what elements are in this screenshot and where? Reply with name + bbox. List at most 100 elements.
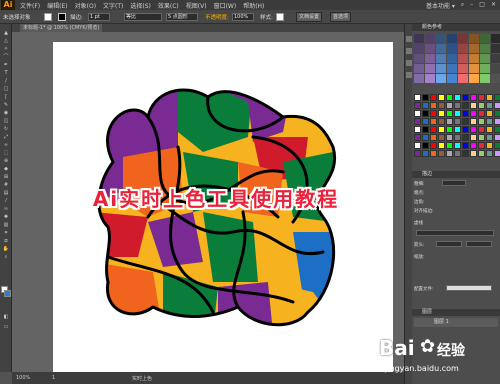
swatch[interactable] [454, 102, 461, 109]
layer-row[interactable]: 图层 1 [414, 318, 498, 327]
swatch[interactable] [438, 126, 445, 133]
guide-swatch[interactable] [458, 34, 468, 43]
rectangle-tool-icon[interactable]: □ [2, 86, 10, 92]
close-icon[interactable]: ✕ [491, 1, 496, 10]
guide-swatch[interactable] [447, 74, 457, 83]
swatch[interactable] [438, 110, 445, 117]
swatch[interactable] [438, 118, 445, 125]
document-tab[interactable]: 未标题-1* @ 100% (CMYK/预览) [20, 24, 103, 32]
guide-swatch[interactable] [491, 74, 500, 83]
magic-wand-icon[interactable]: ✧ [2, 46, 10, 52]
swatch[interactable] [462, 118, 469, 125]
swatch[interactable] [454, 142, 461, 149]
width-tool-icon[interactable]: ≈ [2, 142, 10, 148]
swatch[interactable] [438, 142, 445, 149]
preferences-button[interactable]: 首选项 [330, 12, 352, 22]
menu-window[interactable]: 窗口(W) [214, 1, 237, 10]
guide-swatch[interactable] [447, 54, 457, 63]
swatch[interactable] [430, 118, 437, 125]
type-tool-icon[interactable]: T [2, 70, 10, 76]
swatch[interactable] [422, 142, 429, 149]
blend-tool-icon[interactable]: ∞ [2, 206, 10, 212]
artboard-number[interactable]: 1 [52, 375, 55, 381]
swatch[interactable] [470, 102, 477, 109]
guide-swatch[interactable] [436, 64, 446, 73]
swatch[interactable] [462, 102, 469, 109]
swatch[interactable] [414, 126, 421, 133]
swatch[interactable] [462, 110, 469, 117]
swatch[interactable] [430, 134, 437, 141]
mesh-tool-icon[interactable]: # [2, 182, 10, 188]
eraser-icon[interactable]: ◫ [2, 118, 10, 124]
guide-swatch[interactable] [469, 54, 479, 63]
stroke-swatch[interactable] [58, 13, 66, 21]
swatch[interactable] [422, 126, 429, 133]
perspective-grid-icon[interactable]: ⊞ [2, 174, 10, 180]
swatch[interactable] [454, 110, 461, 117]
swatch[interactable] [486, 118, 493, 125]
guide-swatch[interactable] [480, 54, 490, 63]
selection-tool-icon[interactable]: ▲ [2, 30, 10, 36]
guide-swatch[interactable] [480, 44, 490, 53]
swatch[interactable] [494, 110, 500, 117]
swatch[interactable] [446, 150, 453, 157]
swatch[interactable] [470, 150, 477, 157]
swatch[interactable] [422, 134, 429, 141]
stroke-weight-field[interactable] [442, 180, 466, 186]
shape-builder-icon[interactable]: ⊕ [2, 158, 10, 164]
guide-swatch[interactable] [414, 34, 424, 43]
swatch[interactable] [470, 142, 477, 149]
profile-select[interactable] [446, 285, 492, 291]
stroke-color-icon[interactable] [4, 290, 11, 297]
swatch[interactable] [438, 102, 445, 109]
gradient-tool-icon[interactable]: ▤ [2, 190, 10, 196]
rotate-tool-icon[interactable]: ↻ [2, 126, 10, 132]
swatch[interactable] [494, 134, 500, 141]
swatches-grid[interactable] [414, 94, 500, 157]
artboard-tool-icon[interactable]: ⌗ [2, 230, 10, 236]
guide-swatch[interactable] [491, 44, 500, 53]
guide-swatch[interactable] [447, 34, 457, 43]
swatch[interactable] [486, 94, 493, 101]
swatch[interactable] [414, 150, 421, 157]
arrow-start-select[interactable] [436, 241, 462, 247]
swatch[interactable] [462, 150, 469, 157]
hand-tool-icon[interactable]: ✋ [2, 246, 10, 252]
document-setup-button[interactable]: 文档设置 [296, 12, 323, 22]
maximize-icon[interactable]: □ [479, 1, 485, 10]
swatch[interactable] [494, 94, 500, 101]
swatch[interactable] [446, 118, 453, 125]
swatch[interactable] [446, 94, 453, 101]
scale-tool-icon[interactable]: ⤢ [2, 134, 10, 140]
swatch[interactable] [486, 150, 493, 157]
swatch[interactable] [414, 118, 421, 125]
live-paint-bucket-icon[interactable]: ◆ [2, 166, 10, 172]
swatch[interactable] [486, 134, 493, 141]
zoom-level[interactable]: 100% [16, 375, 30, 381]
graph-tool-icon[interactable]: ▥ [2, 222, 10, 228]
layers-panel-header[interactable]: 图层 [412, 309, 500, 316]
guide-swatch[interactable] [436, 34, 446, 43]
swatch[interactable] [494, 126, 500, 133]
style-swatch[interactable] [276, 13, 284, 21]
arrow-end-select[interactable] [466, 241, 492, 247]
swatch[interactable] [462, 134, 469, 141]
swatch[interactable] [454, 94, 461, 101]
guide-swatch[interactable] [458, 74, 468, 83]
swatch[interactable] [430, 102, 437, 109]
swatch[interactable] [430, 94, 437, 101]
swatch[interactable] [446, 142, 453, 149]
guide-swatch[interactable] [436, 44, 446, 53]
drawing-mode-icon[interactable]: ◧ [2, 314, 10, 320]
guide-swatch[interactable] [425, 34, 435, 43]
swatch[interactable] [446, 134, 453, 141]
swatch[interactable] [430, 142, 437, 149]
pen-tool-icon[interactable]: ✒ [2, 62, 10, 68]
swatch[interactable] [478, 118, 485, 125]
guide-swatch[interactable] [425, 44, 435, 53]
slice-tool-icon[interactable]: ⧄ [2, 238, 10, 244]
swatch[interactable] [430, 110, 437, 117]
workspace-switcher[interactable]: 基本功能 ▾ [426, 1, 455, 10]
swatch[interactable] [486, 126, 493, 133]
color-guide-grid[interactable] [414, 34, 500, 83]
